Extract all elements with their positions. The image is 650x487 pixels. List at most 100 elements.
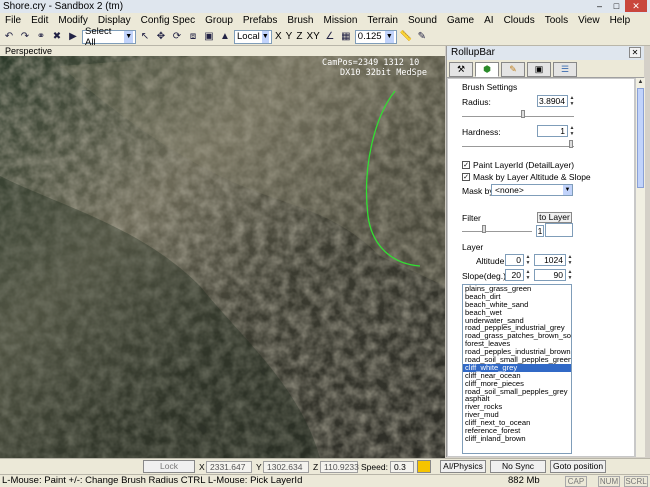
menu-item[interactable]: Clouds xyxy=(499,15,540,26)
link-icon[interactable]: ⚭ xyxy=(34,30,48,44)
mask-by-value: <none> xyxy=(495,185,524,195)
viewport-label[interactable]: Perspective xyxy=(5,46,52,56)
unlink-icon[interactable]: ✖ xyxy=(50,30,64,44)
scale-icon[interactable]: ⧈ xyxy=(186,30,200,44)
z-label: Z xyxy=(313,462,319,472)
filter-slider[interactable] xyxy=(462,224,532,233)
hardness-spinner[interactable]: ▲ ▼ xyxy=(569,125,575,137)
mask-altitude-checkbox[interactable]: ✓ xyxy=(462,173,470,181)
terrain-snap-icon[interactable]: ▣ xyxy=(202,30,216,44)
selection-mode-select[interactable]: Select All ▼ xyxy=(82,26,136,48)
ruler-icon[interactable]: 📏 xyxy=(399,30,413,44)
menu-item[interactable]: Help xyxy=(605,15,636,26)
chevron-down-icon: ▼ xyxy=(563,185,572,195)
menu-item[interactable]: Tools xyxy=(540,15,573,26)
pointer-icon[interactable]: ↖ xyxy=(138,30,152,44)
axis-y-button[interactable]: Y xyxy=(285,31,294,42)
memory-usage: 882 Mb xyxy=(508,475,540,486)
menu-item[interactable]: Brush xyxy=(282,15,318,26)
to-layer-button[interactable]: to Layer xyxy=(537,212,572,223)
chevron-down-icon: ▼ xyxy=(124,30,133,43)
menu-item[interactable]: Game xyxy=(442,15,479,26)
menu-item[interactable]: Edit xyxy=(26,15,53,26)
tab-terrain[interactable]: ⬢ xyxy=(475,62,499,77)
scroll-up-icon[interactable]: ▲ xyxy=(636,78,645,87)
scrollbar-thumb[interactable] xyxy=(637,88,644,188)
undo-icon[interactable]: ↶ xyxy=(2,30,16,44)
hardness-slider-thumb[interactable] xyxy=(569,140,573,148)
edit-icon[interactable]: ✎ xyxy=(415,30,429,44)
z-coordinate[interactable]: 110.9233 xyxy=(320,461,359,473)
hardness-input[interactable]: 1 xyxy=(537,125,568,137)
rollup-scrollbar[interactable]: ▲ xyxy=(635,78,645,457)
filter-slider-thumb[interactable] xyxy=(482,225,486,233)
hardness-slider[interactable] xyxy=(462,139,574,148)
menu-item[interactable]: Sound xyxy=(403,15,442,26)
paint-layer-checkbox[interactable]: ✓ xyxy=(462,161,470,169)
close-icon[interactable]: ✕ xyxy=(629,47,641,58)
selection-mode-value: Select All xyxy=(85,25,112,48)
mask-by-label: Mask by xyxy=(462,186,494,196)
radius-slider-thumb[interactable] xyxy=(521,110,525,118)
menu-item[interactable]: Modify xyxy=(53,15,92,26)
camera-icon[interactable] xyxy=(417,460,431,473)
redo-icon[interactable]: ↷ xyxy=(18,30,32,44)
menu-item[interactable]: Config Spec xyxy=(136,15,200,26)
menu-item[interactable]: Terrain xyxy=(362,15,403,26)
altitude-min-spinner[interactable]: ▲ ▼ xyxy=(525,254,531,266)
sync-player-button[interactable]: No Sync Player xyxy=(490,460,546,482)
title-bar: Shore.cry - Sandbox 2 (tm) – □ ✕ xyxy=(0,0,650,13)
snap-angle-icon[interactable]: ∠ xyxy=(323,30,337,44)
tab-objects[interactable]: ⚒ xyxy=(449,62,473,77)
tab-display[interactable]: ▣ xyxy=(527,62,551,77)
y-coordinate[interactable]: 1302.634 xyxy=(263,461,309,473)
slope-max-spinner[interactable]: ▲ ▼ xyxy=(567,269,573,281)
menu-item[interactable]: AI xyxy=(479,15,498,26)
menu-item[interactable]: File xyxy=(0,15,26,26)
mask-by-select[interactable]: <none> ▼ xyxy=(491,184,573,196)
layer-list[interactable]: plains_grass_green beach_dirt beach_white_… xyxy=(462,284,572,454)
move-icon[interactable]: ✥ xyxy=(154,30,168,44)
altitude-max-spinner[interactable]: ▲ ▼ xyxy=(567,254,573,266)
radius-spinner[interactable]: ▲ ▼ xyxy=(569,95,575,107)
slope-min-spinner[interactable]: ▲ ▼ xyxy=(525,269,531,281)
coord-system-select[interactable]: Local ▼ xyxy=(234,29,272,44)
slope-min-input[interactable]: 20 xyxy=(505,269,524,281)
filter-value[interactable]: 1 xyxy=(536,225,544,237)
axis-x-button[interactable]: X xyxy=(274,31,283,42)
minimize-icon[interactable]: – xyxy=(591,0,608,12)
axis-z-button[interactable]: Z xyxy=(295,31,303,42)
close-icon[interactable]: ✕ xyxy=(625,0,647,12)
x-coordinate[interactable]: 2331.647 xyxy=(206,461,252,473)
menu-item[interactable]: Mission xyxy=(318,15,362,26)
grid-icon[interactable]: ▦ xyxy=(339,30,353,44)
rotate-icon[interactable]: ⟳ xyxy=(170,30,184,44)
goto-position-button[interactable]: Goto position xyxy=(550,460,606,473)
maximize-icon[interactable]: □ xyxy=(608,0,625,12)
camera-position: CamPos=2349 1312 10 xyxy=(322,58,420,68)
menu-item[interactable]: View xyxy=(573,15,605,26)
object-snap-icon[interactable]: ▲ xyxy=(218,30,232,44)
menu-item[interactable]: Group xyxy=(200,15,238,26)
perspective-viewport[interactable]: CamPos=2349 1312 10 DX10 32bit MedSpe xyxy=(0,56,445,458)
monitor-icon: ▣ xyxy=(534,64,544,74)
window-controls: – □ ✕ xyxy=(591,0,647,12)
altitude-min-input[interactable]: 0 xyxy=(505,254,524,266)
filter-color-swatch[interactable] xyxy=(545,223,573,237)
menu-item[interactable]: Display xyxy=(93,15,136,26)
radius-slider[interactable] xyxy=(462,109,574,118)
menu-item[interactable]: Prefabs xyxy=(238,15,282,26)
radius-input[interactable]: 3.8904 xyxy=(537,95,568,107)
slope-max-input[interactable]: 90 xyxy=(534,269,566,281)
tab-modelling[interactable]: ✎ xyxy=(501,62,525,77)
snap-value-select[interactable]: 0.125 ▼ xyxy=(354,29,397,44)
speed-input[interactable]: 0.3 xyxy=(390,461,414,473)
cursor-select-icon[interactable]: ▶ xyxy=(66,30,80,44)
speed-label: Speed: xyxy=(361,462,388,472)
layer-list-item[interactable]: cliff_inland_brown xyxy=(463,434,571,443)
tab-layers[interactable]: ☰ xyxy=(553,62,577,77)
axis-xy-button[interactable]: XY xyxy=(305,31,320,42)
altitude-max-input[interactable]: 1024 xyxy=(534,254,566,266)
ai-physics-button[interactable]: AI/Physics xyxy=(440,460,486,473)
lock-selection-button[interactable]: Lock Selection xyxy=(143,460,195,482)
